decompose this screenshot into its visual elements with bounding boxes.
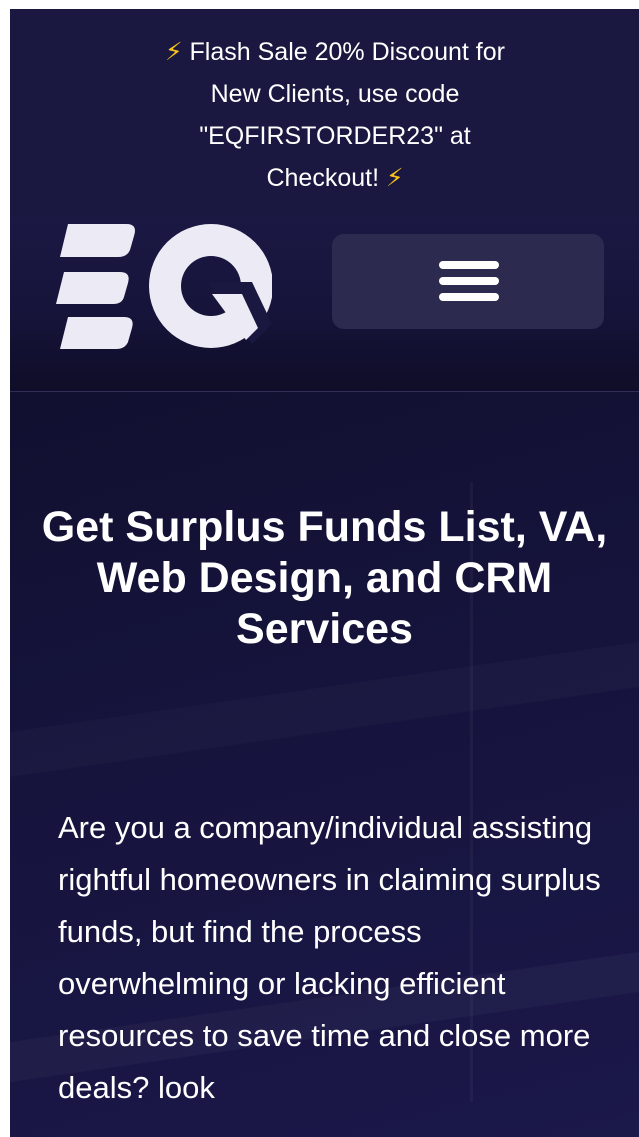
hero-title: Get Surplus Funds List, VA, Web Design, … (41, 503, 608, 653)
hero-description: Are you a company/individual assisting r… (58, 810, 601, 1105)
lightning-bolt-icon: ⚡ (165, 38, 183, 66)
page: ⚡ Flash Sale 20% Discount for New Client… (10, 9, 639, 1137)
eq-logo-mark (56, 224, 273, 349)
hamburger-menu-icon (439, 261, 499, 302)
hero-section: Get Surplus Funds List, VA, Web Design, … (10, 392, 639, 1137)
lightning-bolt-icon: ⚡ (385, 164, 404, 192)
promo-text: Flash Sale 20% Discount for New Clients,… (189, 38, 505, 192)
menu-button[interactable] (332, 234, 604, 329)
eq-logo[interactable] (56, 224, 273, 354)
promo-banner: ⚡ Flash Sale 20% Discount for New Client… (10, 9, 639, 216)
promo-message: ⚡ Flash Sale 20% Discount for New Client… (140, 31, 530, 199)
site-header (10, 216, 639, 392)
